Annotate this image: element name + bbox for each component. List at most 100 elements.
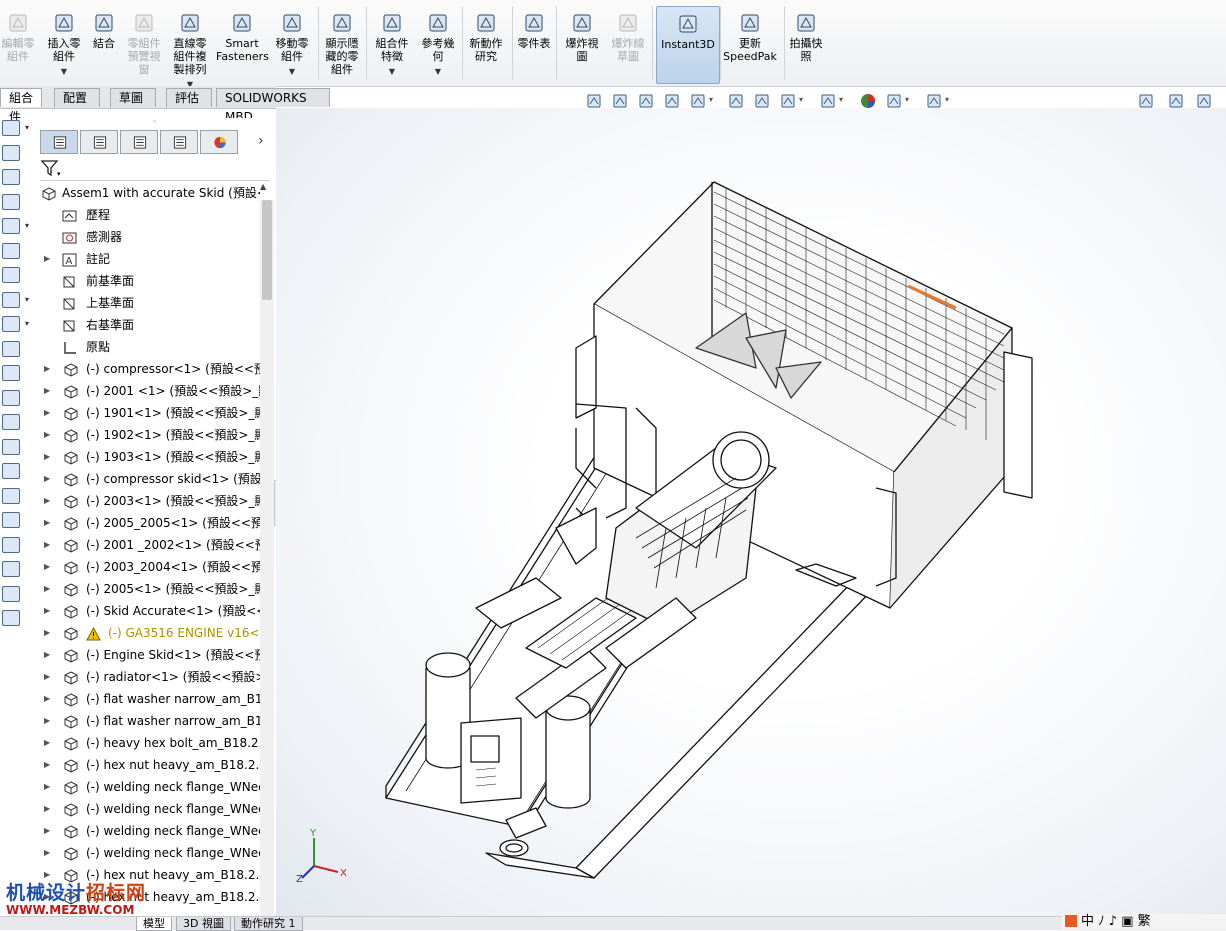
ribbon-button-assembly-features[interactable]: 組合件 特徵 ▼ xyxy=(370,6,414,82)
dropdown-arrow-icon[interactable]: ▼ xyxy=(370,65,414,78)
manager-tab-property-manager[interactable] xyxy=(80,130,118,154)
tree-item[interactable]: 感測器 xyxy=(38,226,260,248)
filter-funnel-icon[interactable]: ▾ xyxy=(40,158,62,178)
expand-arrow-icon[interactable]: ▶ xyxy=(44,512,50,534)
edit-appearance-icon[interactable] xyxy=(780,93,803,109)
tree-item[interactable]: ▶ (-) compressor skid<1> (預設< xyxy=(38,468,260,490)
tree-item[interactable]: ▶ (-) 2005_2005<1> (預設<<預設 xyxy=(38,512,260,534)
chevron-down-icon[interactable]: ▾ xyxy=(25,319,29,328)
ribbon-button-explode-line-sketch[interactable]: 爆炸線 草圖 xyxy=(608,6,648,82)
expand-arrow-icon[interactable]: ▶ xyxy=(44,358,50,380)
tree-item[interactable]: 歷程 xyxy=(38,204,260,226)
tree-item[interactable]: ▶ (-) 2005<1> (預設<<預設>_顯示 xyxy=(38,578,260,600)
view-icon[interactable] xyxy=(2,487,20,504)
zoom-to-fit-icon[interactable] xyxy=(586,93,602,109)
expand-arrow-icon[interactable]: ▶ xyxy=(44,556,50,578)
expand-arrow-icon[interactable]: ▶ xyxy=(44,446,50,468)
ribbon-button-edit-component[interactable]: 編輯零 組件 xyxy=(0,6,36,82)
dropdown-arrow-icon[interactable]: ▼ xyxy=(272,65,312,78)
tab-sketch[interactable]: 草圖 xyxy=(110,88,156,107)
expand-arrow-icon[interactable]: ▶ xyxy=(44,578,50,600)
tree-item[interactable]: ▶ (-) Engine Skid<1> (預設<<預設 xyxy=(38,644,260,666)
scrollbar-thumb[interactable] xyxy=(262,200,272,300)
reference-geometry-icon[interactable] xyxy=(2,291,20,308)
previous-view-icon[interactable] xyxy=(638,93,654,109)
manager-tab-dimxpert[interactable] xyxy=(160,130,198,154)
chevron-down-icon[interactable]: ▾ xyxy=(25,123,29,132)
dropdown-arrow-icon[interactable]: ▼ xyxy=(418,65,458,78)
tree-item[interactable]: ▶ (-) compressor<1> (預設<<預設 xyxy=(38,358,260,380)
tab-evaluate[interactable]: 評估 xyxy=(166,88,212,107)
ribbon-button-speedpak[interactable]: 更新 SpeedPak xyxy=(722,6,778,82)
expand-arrow-icon[interactable]: ▶ xyxy=(44,688,50,710)
mate-icon[interactable] xyxy=(2,144,20,161)
tree-item[interactable]: ▶ (-) 2003<1> (預設<<預設>_顯示 xyxy=(38,490,260,512)
tree-filter[interactable]: ▾ xyxy=(40,158,270,181)
tree-item[interactable]: 前基準面 xyxy=(38,270,260,292)
tab-layout[interactable]: 配置 xyxy=(54,88,100,107)
tree-item[interactable]: 右基準面 xyxy=(38,314,260,336)
ribbon-button-linear-pattern[interactable]: 直線零 組件複 製排列 ▼ xyxy=(168,6,212,89)
snapshot-icon[interactable] xyxy=(2,463,20,479)
tree-item[interactable]: 原點 xyxy=(38,336,260,358)
expand-arrow-icon[interactable]: ▶ xyxy=(44,820,50,842)
scroll-up-arrow-icon[interactable]: ▲ xyxy=(260,182,266,191)
tree-item[interactable]: ▶ (-) welding neck flange_WNeck xyxy=(38,820,260,842)
pattern-icon[interactable] xyxy=(2,169,20,185)
explode-line-icon[interactable] xyxy=(2,389,20,406)
expand-arrow-icon[interactable]: ▶ xyxy=(44,490,50,512)
smart-fastener-icon[interactable] xyxy=(2,193,20,210)
show-hidden-icon[interactable] xyxy=(2,242,20,259)
edit-component-icon[interactable] xyxy=(2,120,20,136)
tree-scrollbar[interactable] xyxy=(260,200,274,916)
tree-item[interactable]: ▶ (-) 1903<1> (預設<<預設>_顯示 xyxy=(38,446,260,468)
expand-arrow-icon[interactable]: ▶ xyxy=(44,424,50,446)
move-icon[interactable] xyxy=(2,218,20,234)
expand-arrow-icon[interactable]: ▶ xyxy=(44,468,50,490)
view-settings-icon[interactable] xyxy=(926,93,949,109)
expand-arrow-icon[interactable]: ▶ xyxy=(44,732,50,754)
smart-select-icon[interactable] xyxy=(2,561,20,577)
expand-arrow-icon[interactable]: ▶ xyxy=(44,380,50,402)
motion-icon[interactable] xyxy=(2,316,20,332)
ribbon-button-snapshot-camera[interactable]: 拍攝快 照 xyxy=(786,6,826,82)
ime-status-bar[interactable]: 中 ﾉ ♪ ▣ 繁 xyxy=(1062,914,1226,929)
display-style-icon[interactable] xyxy=(728,93,744,109)
view-orientation-icon[interactable] xyxy=(690,93,713,109)
select-icon[interactable] xyxy=(2,536,20,553)
explode-icon[interactable] xyxy=(2,365,20,381)
ribbon-button-reference-geometry[interactable]: 參考幾 何 ▼ xyxy=(418,6,458,82)
tab-assembly[interactable]: 組合件 xyxy=(0,88,42,124)
ribbon-button-instant3d[interactable]: Instant3D xyxy=(656,6,720,84)
section-icon[interactable] xyxy=(2,512,20,528)
tree-item[interactable]: ▶ (-) hex nut heavy_am_B18.2.4.6 xyxy=(38,754,260,776)
bom-icon[interactable] xyxy=(2,340,20,357)
dropdown-arrow-icon[interactable]: ▼ xyxy=(44,65,84,78)
ribbon-button-insert-component[interactable]: 插入零 組件 ▼ xyxy=(44,6,84,82)
expand-arrow-icon[interactable]: ▶ xyxy=(44,622,50,644)
tree-item[interactable]: 上基準面 xyxy=(38,292,260,314)
graphics-area[interactable]: Y X Z xyxy=(276,108,1226,916)
tree-item[interactable]: ▶ (-) radiator<1> (預設<<預設>_ xyxy=(38,666,260,688)
expand-arrow-icon[interactable]: ▶ xyxy=(44,666,50,688)
tool-icon[interactable] xyxy=(2,585,20,602)
ribbon-button-new-motion-study[interactable]: 新動作 研究 xyxy=(466,6,506,82)
tree-root[interactable]: Assem1 with accurate Skid (預設<顯 xyxy=(38,182,260,204)
manager-tab-configuration-manager[interactable] xyxy=(120,130,158,154)
zoom-area-icon[interactable] xyxy=(612,93,628,109)
ribbon-button-move-component[interactable]: 移動零 組件 ▼ xyxy=(272,6,312,82)
tile-pane-icon[interactable] xyxy=(1168,93,1184,109)
hide-show-items-icon[interactable] xyxy=(754,93,770,109)
apply-scene-icon[interactable] xyxy=(820,93,843,109)
manager-tab-display-manager[interactable] xyxy=(200,130,238,154)
appearance-ball-icon[interactable] xyxy=(860,93,876,109)
panel-grip-icon[interactable]: ◦ xyxy=(152,118,157,128)
minimize-icon[interactable] xyxy=(1196,93,1212,109)
ribbon-button-show-hidden[interactable]: 顯示隱 藏的零 組件 xyxy=(320,6,364,82)
ribbon-button-bom[interactable]: 零件表 xyxy=(514,6,554,82)
tree-item[interactable]: ▶ (-) 1902<1> (預設<<預設>_顯示 xyxy=(38,424,260,446)
tree-item[interactable]: ▶ (-) 2003_2004<1> (預設<<預設 xyxy=(38,556,260,578)
tree-item[interactable]: ▶ (-) 2001 <1> (預設<<預設>_顯示 xyxy=(38,380,260,402)
expand-arrow-icon[interactable]: ▶ xyxy=(44,776,50,798)
restore-pane-icon[interactable] xyxy=(1138,93,1154,109)
